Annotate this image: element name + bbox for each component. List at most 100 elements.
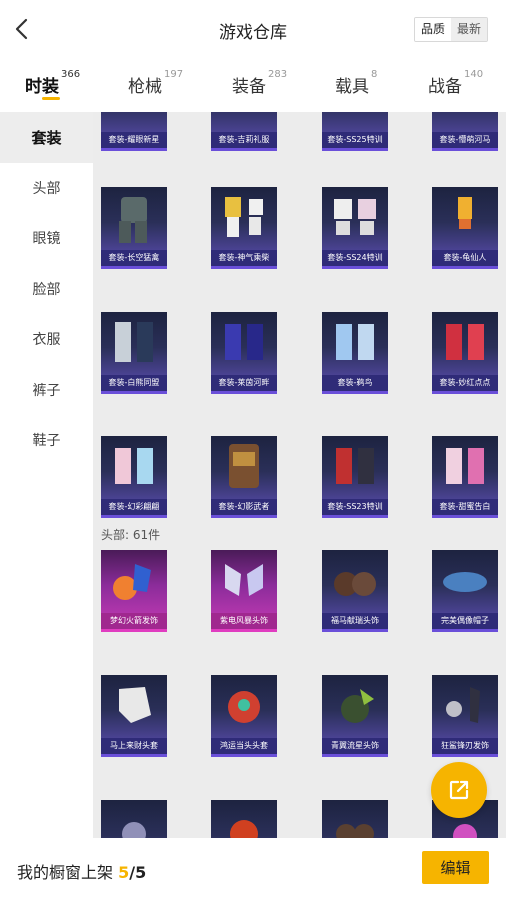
item-card[interactable]: 套装-懵萌河马 [432,112,498,151]
item-card[interactable]: 套装-幻影武者 [211,436,277,518]
rarity-bar [101,754,167,757]
headwear-thumbnail [101,675,167,739]
item-card[interactable]: 套装-SS24特训 [322,187,388,269]
tab-label: 载具 [335,77,369,97]
item-card[interactable]: 套装-神气乘柴 [211,187,277,269]
grid-row: 马上来财头套 鸿运当头头套 青翼流星头饰 狂鲨锋刃发饰 [93,675,506,757]
item-name: 狂鲨锋刃发饰 [432,738,498,754]
sidebar: 套装 头部 眼镜 脸部 衣服 裤子 鞋子 [0,112,93,838]
tab-count: 197 [164,69,184,80]
item-name: 鸿运当头头套 [211,738,277,754]
tab-weapons[interactable]: 枪械197 [128,69,184,97]
item-card[interactable]: 完美偶像帽子 [432,550,498,632]
showcase-status: 我的橱窗上架 5/5 [17,859,146,883]
outfit-thumbnail [432,187,498,251]
item-card[interactable]: 套装-白熊同盟 [101,312,167,394]
rarity-bar [101,266,167,269]
item-card[interactable]: 狂鲨锋刃发饰 [432,675,498,757]
item-card[interactable]: 马上来财头套 [101,675,167,757]
edit-button[interactable]: 编辑 [422,851,489,884]
rarity-bar [101,391,167,394]
item-name: 青翼流星头饰 [322,738,388,754]
item-name: 完美偶像帽子 [432,613,498,629]
outfit-thumbnail [432,112,498,133]
sort-newest-button[interactable]: 最新 [450,18,487,41]
tab-supplies[interactable]: 战备140 [428,69,483,97]
tab-fashion[interactable]: 时装366 [25,69,81,97]
item-name: 紫电风暴头饰 [211,613,277,629]
item-card[interactable]: 套装-幻彩翩翩 [101,436,167,518]
item-grid: 套装-耀眼新星 套装-吉莉礼服 套装-SS25特训 套装-懵萌河马 套装-长空猛… [93,112,506,838]
sidebar-item-outfits[interactable]: 套装 [0,112,93,163]
rarity-bar [432,391,498,394]
rarity-bar [322,515,388,518]
grid-row: 套装-幻彩翩翩 套装-幻影武者 套装-SS23特训 套装-甜蜜告白 [93,436,506,518]
category-tabs: 时装366 枪械197 装备283 载具8 战备140 [0,60,506,112]
item-card[interactable]: 套装-甜蜜告白 [432,436,498,518]
item-card[interactable] [101,800,167,838]
sort-toggle: 品质 最新 [413,17,488,42]
sidebar-item-face[interactable]: 脸部 [0,264,93,315]
item-name: 梦幻火箭发饰 [101,613,167,629]
rarity-bar [101,515,167,518]
headwear-thumbnail [322,550,388,614]
rarity-bar [432,754,498,757]
grid-row: 梦幻火箭发饰 紫电风暴头饰 福马献瑞头饰 完美偶像帽子 [93,550,506,632]
outfit-thumbnail [211,112,277,133]
item-card[interactable] [211,800,277,838]
rarity-bar [211,148,277,151]
item-name: 套装-SS25特训 [322,132,388,148]
rarity-bar [211,754,277,757]
item-card[interactable]: 青翼流星头饰 [322,675,388,757]
outfit-thumbnail [432,436,498,500]
item-card[interactable]: 套装-鹈鸟 [322,312,388,394]
item-card[interactable] [322,800,388,838]
rarity-bar [322,754,388,757]
tab-count: 8 [371,69,378,80]
showcase-label: 我的橱窗上架 [17,863,119,882]
sort-quality-button[interactable]: 品质 [414,18,451,41]
share-button[interactable] [431,762,487,818]
headwear-thumbnail [101,800,167,838]
sidebar-item-clothes[interactable]: 衣服 [0,314,93,365]
tab-vehicles[interactable]: 载具8 [335,69,378,97]
rarity-bar [322,629,388,632]
headwear-thumbnail [432,675,498,739]
item-name: 套装-龟仙人 [432,250,498,266]
item-name: 福马献瑞头饰 [322,613,388,629]
item-name: 套装-鹈鸟 [322,375,388,391]
item-card[interactable]: 套装-长空猛禽 [101,187,167,269]
rarity-bar [432,266,498,269]
rarity-bar [101,629,167,632]
sidebar-item-shoes[interactable]: 鞋子 [0,415,93,466]
item-name: 套装-神气乘柴 [211,250,277,266]
item-name: 套装-莱茵河畔 [211,375,277,391]
outfit-thumbnail [432,312,498,376]
rarity-bar [211,391,277,394]
item-card[interactable]: 鸿运当头头套 [211,675,277,757]
item-card[interactable]: 套装-龟仙人 [432,187,498,269]
rarity-bar [322,266,388,269]
item-card[interactable]: 福马献瑞头饰 [322,550,388,632]
tab-label: 枪械 [128,77,162,97]
tab-label: 时装 [25,77,59,97]
item-card[interactable]: 紫电风暴头饰 [211,550,277,632]
outfit-thumbnail [322,436,388,500]
item-card[interactable]: 套装-SS23特训 [322,436,388,518]
item-card[interactable]: 套装-SS25特训 [322,112,388,151]
item-card[interactable]: 套装-吉莉礼服 [211,112,277,151]
item-card[interactable]: 套装-莱茵河畔 [211,312,277,394]
sidebar-item-pants[interactable]: 裤子 [0,365,93,416]
headwear-thumbnail [432,550,498,614]
rarity-bar [101,148,167,151]
headwear-thumbnail [322,675,388,739]
tab-equipment[interactable]: 装备283 [232,69,287,97]
item-card[interactable]: 套装-耀眼新星 [101,112,167,151]
item-card[interactable]: 套装-妙红点点 [432,312,498,394]
rarity-bar [322,391,388,394]
sidebar-item-glasses[interactable]: 眼镜 [0,213,93,264]
sidebar-item-head[interactable]: 头部 [0,163,93,214]
item-card[interactable]: 梦幻火箭发饰 [101,550,167,632]
tab-count: 366 [61,69,81,80]
tab-label: 装备 [232,77,266,97]
